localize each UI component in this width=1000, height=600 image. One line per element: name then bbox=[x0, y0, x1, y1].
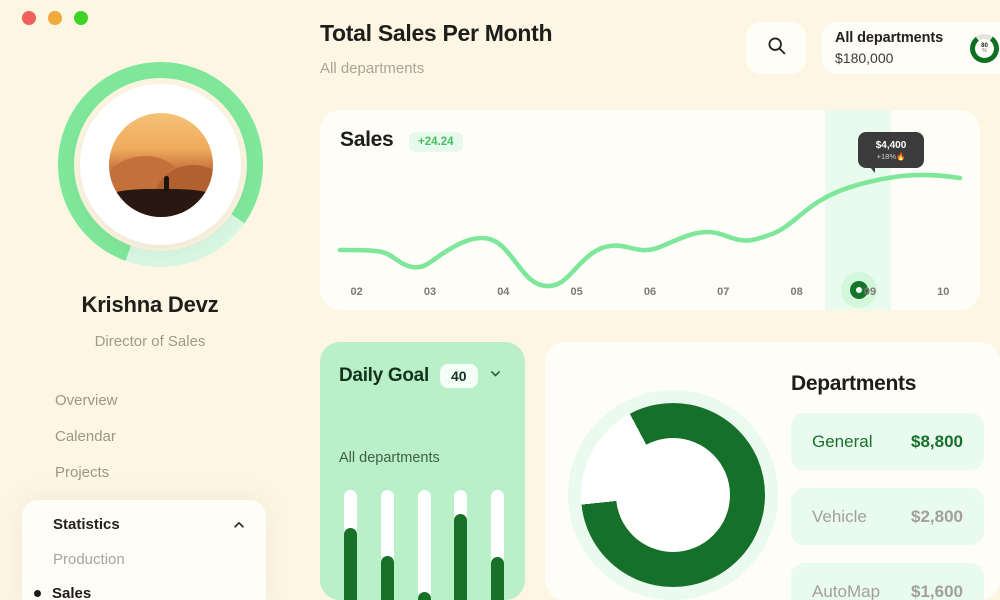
daily-goal-value[interactable]: 40 bbox=[440, 364, 478, 388]
profile-role: Director of Sales bbox=[0, 333, 300, 350]
statistics-title: Statistics bbox=[53, 516, 120, 533]
daily-goal-header: Daily Goal 40 bbox=[339, 364, 502, 388]
bar-fill bbox=[344, 528, 357, 600]
departments-list: General $8,800 Vehicle $2,800 AutoMap $1… bbox=[791, 413, 984, 600]
department-progress-donut: 80 % bbox=[970, 34, 999, 63]
department-value: $2,800 bbox=[911, 507, 963, 527]
bar-fill bbox=[491, 557, 504, 600]
active-bullet-icon bbox=[34, 590, 41, 597]
x-tick: 10 bbox=[907, 286, 980, 310]
department-name: Vehicle bbox=[812, 507, 867, 527]
bar-track bbox=[418, 490, 431, 600]
department-row-automap[interactable]: AutoMap $1,600 bbox=[791, 563, 984, 600]
department-name: AutoMap bbox=[812, 582, 880, 600]
chevron-down-icon[interactable] bbox=[489, 367, 502, 385]
bar-track bbox=[491, 490, 504, 600]
daily-goal-card: Daily Goal 40 All departments bbox=[320, 342, 525, 600]
sidebar-nav: Overview Calendar Projects bbox=[55, 392, 118, 500]
donut-hole bbox=[616, 438, 730, 552]
bar-fill bbox=[418, 592, 431, 600]
bar-fill bbox=[454, 514, 467, 600]
x-tick: 03 bbox=[393, 286, 466, 310]
sidebar-item-overview[interactable]: Overview bbox=[55, 392, 118, 409]
chevron-up-icon[interactable] bbox=[232, 518, 246, 532]
department-value: $8,800 bbox=[911, 432, 963, 452]
search-icon bbox=[766, 35, 787, 61]
search-button[interactable] bbox=[746, 22, 806, 74]
photo-ground bbox=[109, 189, 213, 216]
x-tick: 08 bbox=[760, 286, 833, 310]
profile-name: Krishna Devz bbox=[0, 292, 300, 318]
department-name: General bbox=[812, 432, 872, 452]
bar-track bbox=[344, 490, 357, 600]
sidebar: Krishna Devz Director of Sales Overview … bbox=[0, 0, 300, 600]
page-title: Total Sales Per Month bbox=[320, 20, 552, 47]
donut-percent-unit: % bbox=[982, 49, 986, 54]
chart-tooltip: $4,400 +18%🔥 bbox=[858, 132, 924, 168]
x-tick: 06 bbox=[613, 286, 686, 310]
x-tick: 02 bbox=[320, 286, 393, 310]
bar-fill bbox=[381, 556, 394, 600]
statistics-item-sales-label: Sales bbox=[52, 585, 91, 600]
sidebar-item-calendar[interactable]: Calendar bbox=[55, 428, 118, 445]
statistics-header[interactable]: Statistics bbox=[53, 516, 246, 533]
avatar[interactable] bbox=[58, 62, 263, 267]
avatar-photo bbox=[109, 113, 213, 217]
department-summary-card[interactable]: All departments $180,000 80 % bbox=[822, 22, 1000, 74]
x-tick: 09 bbox=[833, 286, 906, 310]
daily-goal-subtitle: All departments bbox=[339, 450, 440, 466]
statistics-item-sales[interactable]: Sales bbox=[34, 585, 246, 600]
page-subtitle: All departments bbox=[320, 60, 424, 77]
donut-hole: 80 % bbox=[975, 39, 994, 58]
x-tick: 07 bbox=[687, 286, 760, 310]
tooltip-delta: +18%🔥 bbox=[877, 152, 906, 161]
department-row-general[interactable]: General $8,800 bbox=[791, 413, 984, 470]
departments-donut-chart bbox=[568, 390, 778, 600]
chart-x-axis: 02 03 04 05 06 07 08 09 10 bbox=[320, 286, 980, 310]
x-tick: 04 bbox=[467, 286, 540, 310]
statistics-item-production[interactable]: Production bbox=[53, 551, 246, 568]
x-tick: 05 bbox=[540, 286, 613, 310]
department-row-vehicle[interactable]: Vehicle $2,800 bbox=[791, 488, 984, 545]
departments-title: Departments bbox=[791, 372, 916, 396]
daily-goal-bar-chart bbox=[344, 490, 504, 600]
daily-goal-title: Daily Goal bbox=[339, 365, 429, 387]
sidebar-item-projects[interactable]: Projects bbox=[55, 464, 118, 481]
bar-track bbox=[381, 490, 394, 600]
department-value: $1,600 bbox=[911, 582, 963, 600]
photo-figure bbox=[164, 176, 169, 193]
sales-chart-card: Sales +24.24 $4,400 +18%🔥 02 03 04 05 06… bbox=[320, 110, 980, 310]
bar-track bbox=[454, 490, 467, 600]
departments-card: Departments General $8,800 Vehicle $2,80… bbox=[545, 342, 1000, 600]
statistics-panel: Statistics Production Sales bbox=[22, 500, 266, 600]
tooltip-value: $4,400 bbox=[876, 140, 907, 151]
